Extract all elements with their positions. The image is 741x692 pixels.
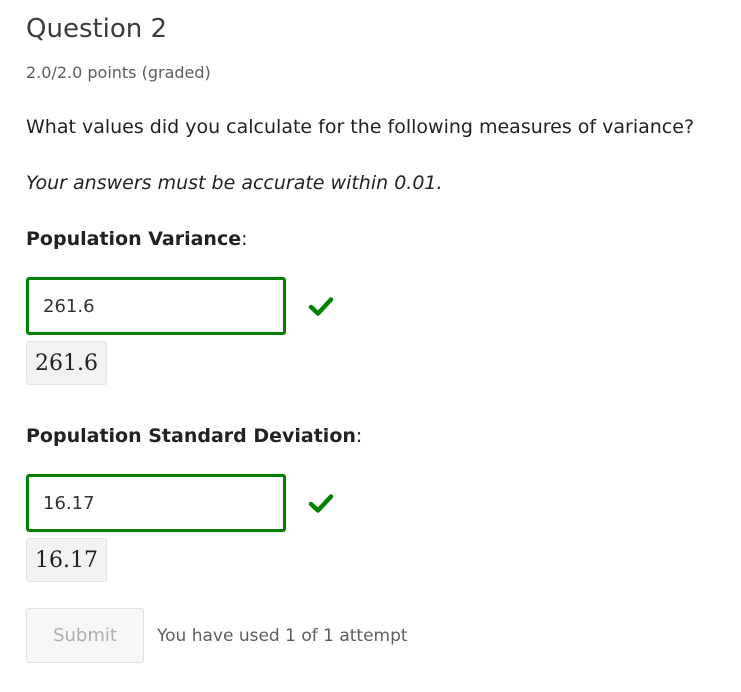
correct-check-icon (308, 293, 334, 319)
population-variance-input[interactable] (26, 277, 286, 335)
population-variance-preview: 261.6 (26, 341, 107, 385)
points-status: 2.0/2.0 points (graded) (26, 63, 211, 82)
population-sd-row (26, 474, 741, 532)
population-variance-label-colon: : (241, 228, 248, 250)
population-sd-label-text: Population Standard Deviation (26, 425, 356, 447)
question-prompt: What values did you calculate for the fo… (26, 116, 695, 138)
action-row: Submit You have used 1 of 1 attempt (26, 608, 741, 663)
population-sd-preview: 16.17 (26, 538, 107, 582)
population-sd-input[interactable] (26, 474, 286, 532)
problem-container: Question 2 2.0/2.0 points (graded) What … (0, 0, 741, 663)
population-sd-label: Population Standard Deviation: (26, 423, 741, 449)
population-sd-label-colon: : (355, 425, 363, 447)
accuracy-note: Your answers must be accurate within 0.0… (26, 172, 443, 194)
population-variance-label-text: Population Variance (26, 228, 242, 250)
correct-check-icon (308, 490, 334, 516)
attempts-status: You have used 1 of 1 attempt (157, 625, 408, 646)
population-variance-row (26, 277, 741, 335)
question-title: Question 2 (26, 14, 168, 44)
population-variance-label: Population Variance: (26, 226, 741, 252)
submit-button[interactable]: Submit (26, 608, 144, 663)
